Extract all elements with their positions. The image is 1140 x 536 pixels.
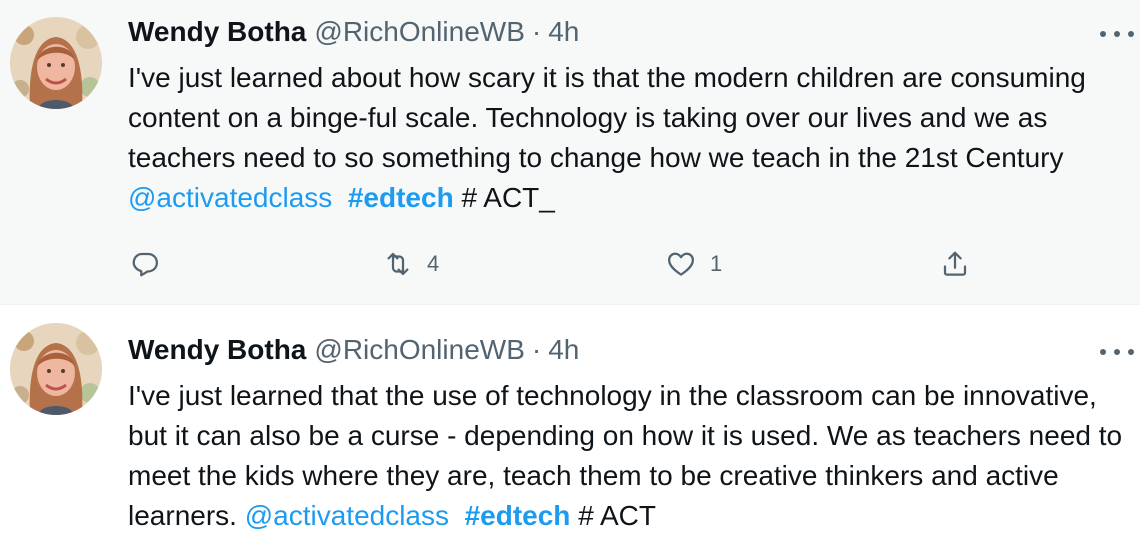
tweet-suffix: # ACT <box>578 500 656 531</box>
tweet-actions: 4 1 <box>128 244 978 284</box>
share-button[interactable] <box>940 244 970 284</box>
author-name[interactable]: Wendy Botha <box>128 16 306 48</box>
tweet[interactable]: Wendy Botha @RichOnlineWB · 4h I've just… <box>0 306 1140 531</box>
hashtag-link[interactable]: #edtech <box>465 500 571 531</box>
author-handle[interactable]: @RichOnlineWB <box>314 334 524 366</box>
like-button[interactable]: 1 <box>666 244 722 284</box>
retweet-icon <box>387 252 409 276</box>
retweet-button[interactable]: 4 <box>383 244 439 284</box>
share-icon <box>943 251 967 276</box>
avatar-image <box>10 17 102 109</box>
tweet-text: I've just learned about how scary it is … <box>128 58 1128 218</box>
tweet-header: Wendy Botha @RichOnlineWB · 4h <box>128 334 579 370</box>
like-count: 1 <box>710 251 723 276</box>
more-icon[interactable] <box>1100 24 1134 44</box>
more-icon[interactable] <box>1100 342 1134 362</box>
tweet-header: Wendy Botha @RichOnlineWB · 4h <box>128 16 579 52</box>
author-name[interactable]: Wendy Botha <box>128 334 306 366</box>
tweet[interactable]: Wendy Botha @RichOnlineWB · 4h I've just… <box>0 0 1140 305</box>
tweet-body: I've just learned about how scary it is … <box>128 62 1086 173</box>
mention-link[interactable]: @activatedclass <box>245 500 449 531</box>
timestamp[interactable]: 4h <box>548 16 579 48</box>
mention-link[interactable]: @activatedclass <box>128 182 332 213</box>
avatar[interactable] <box>10 323 102 415</box>
tweet-suffix: # ACT_ <box>461 182 555 213</box>
avatar[interactable] <box>10 17 102 109</box>
retweet-count: 4 <box>427 251 440 276</box>
tweet-text: I've just learned that the use of techno… <box>128 376 1128 536</box>
heart-icon <box>668 252 694 276</box>
reply-button[interactable] <box>130 244 160 284</box>
avatar-image <box>10 323 102 415</box>
author-handle[interactable]: @RichOnlineWB <box>314 16 524 48</box>
reply-icon <box>132 252 158 277</box>
hashtag-link[interactable]: #edtech <box>348 182 454 213</box>
timestamp[interactable]: 4h <box>548 334 579 366</box>
separator: · <box>531 334 542 365</box>
separator: · <box>531 16 542 47</box>
